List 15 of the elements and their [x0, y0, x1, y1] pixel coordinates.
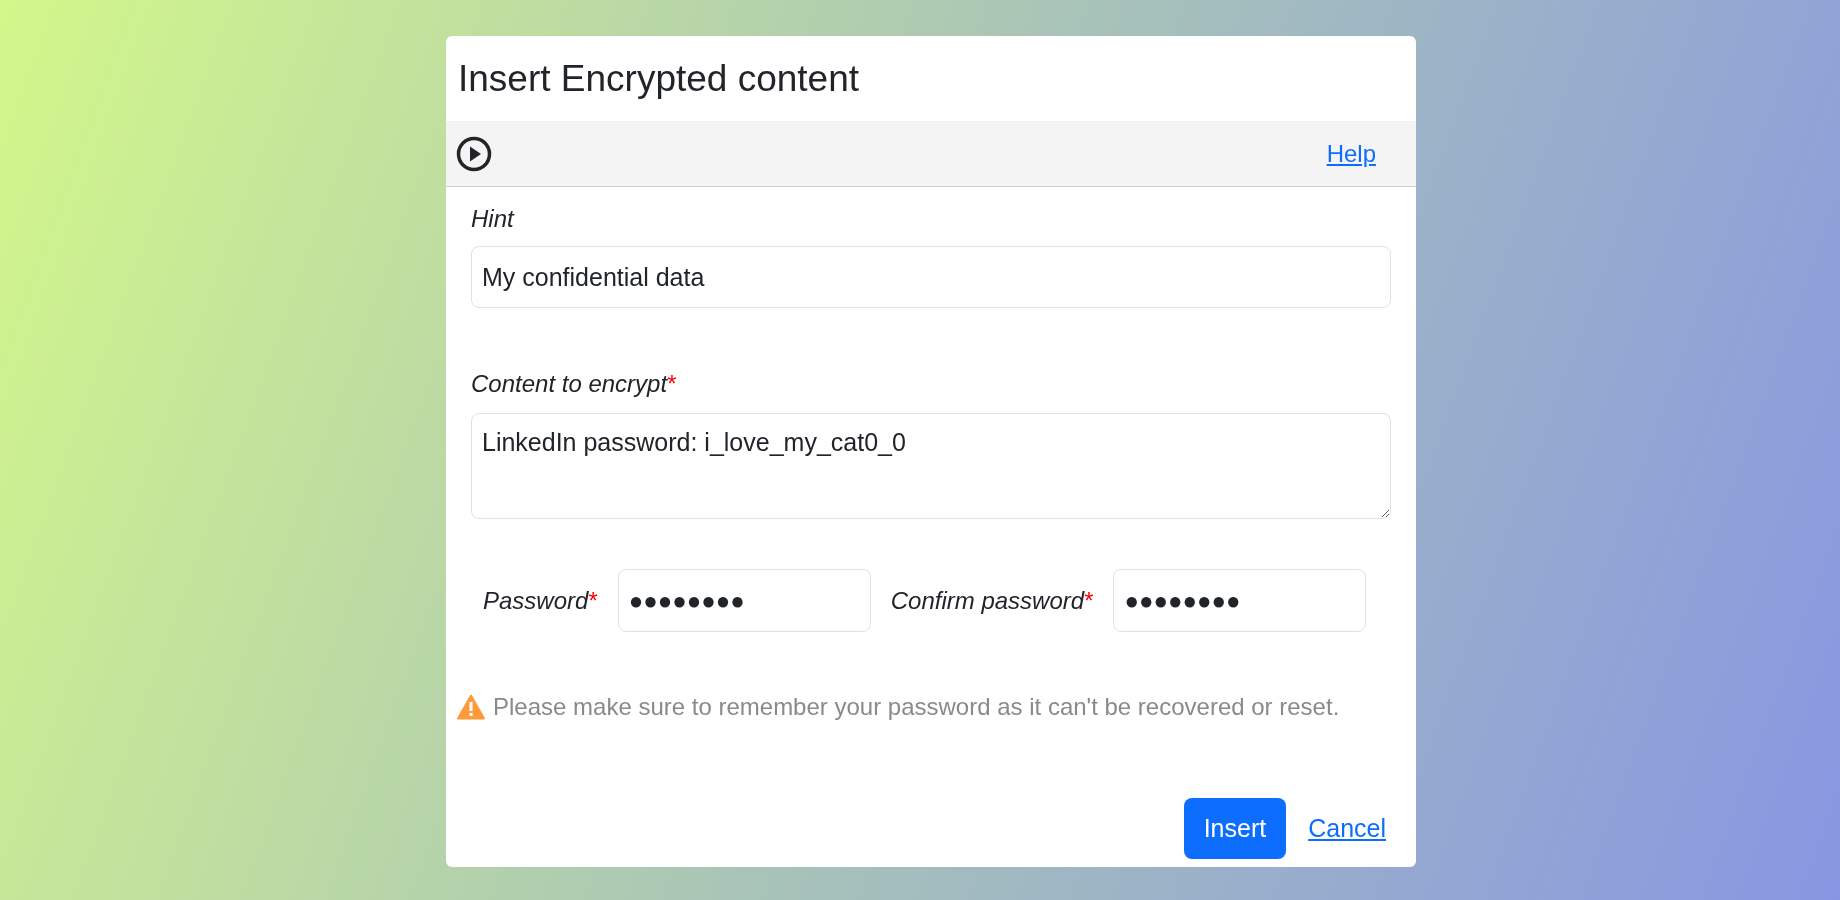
field-label: Content to encrypt* [471, 369, 678, 399]
field-label: Password* [483, 585, 598, 616]
cancel-link[interactable]: Cancel [1308, 809, 1386, 848]
field-label: Confirm password* [890, 585, 1094, 616]
text-area[interactable]: LinkedIn password: i_love_my_cat0_0 [471, 413, 1391, 519]
warning-text: Please make sure to remember your password as it can't be recovered or reset. [493, 692, 1340, 722]
warning-icon [457, 694, 485, 720]
input-field[interactable]: My confidential data [471, 246, 1391, 308]
dialog-title: Insert Encrypted content [458, 56, 860, 101]
field-label: Hint [471, 204, 516, 234]
play-icon[interactable] [456, 135, 492, 172]
password-field[interactable]: ●●●●●●●● [1113, 569, 1367, 632]
insert-button[interactable]: Insert [1183, 798, 1287, 859]
password-field[interactable]: ●●●●●●●● [617, 569, 871, 632]
help-link[interactable]: Help [1326, 135, 1376, 172]
